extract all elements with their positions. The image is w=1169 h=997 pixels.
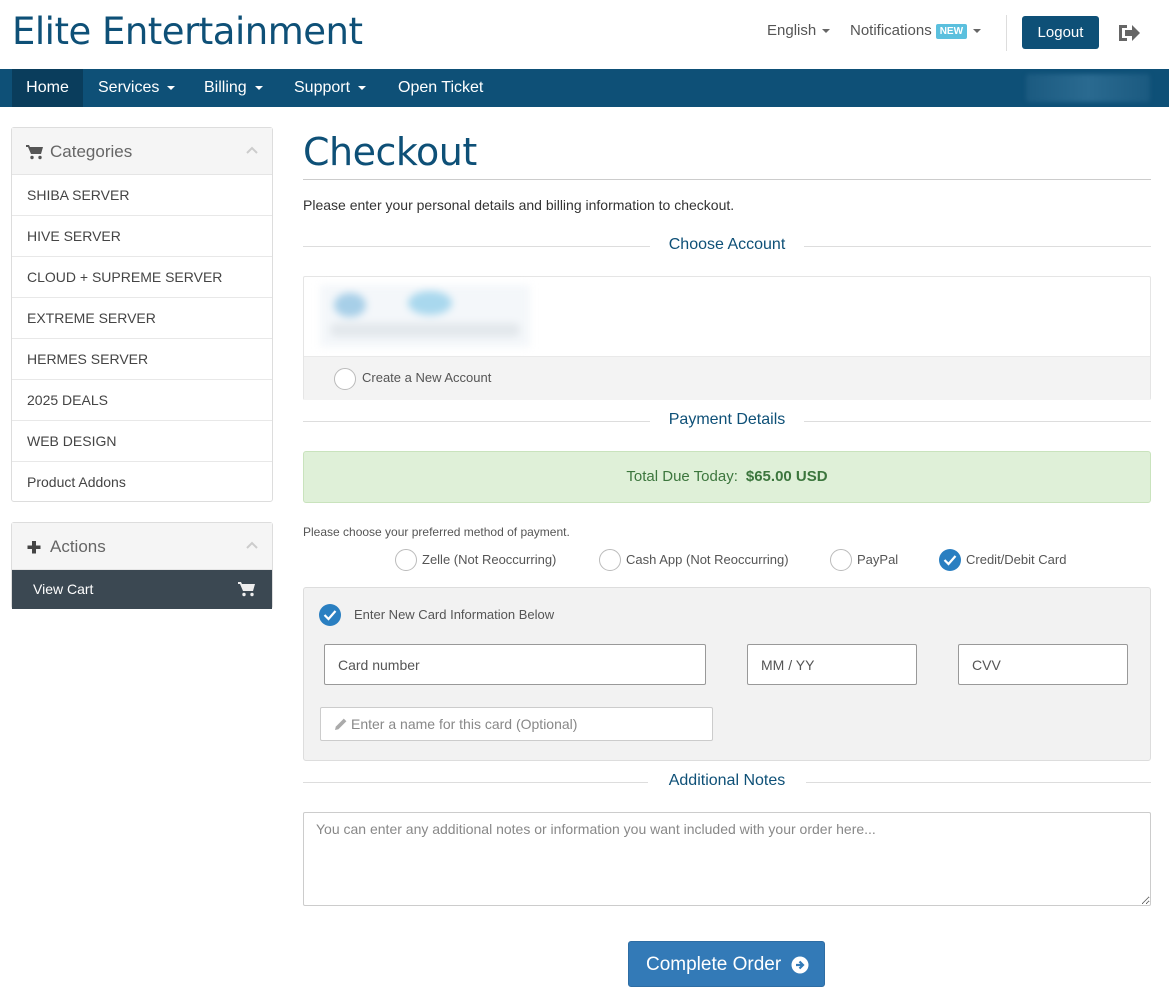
card-expiry-input[interactable]: [747, 644, 917, 685]
caret-down-icon: [358, 85, 367, 90]
nav-services[interactable]: Services: [98, 69, 176, 107]
categories-panel: Categories SHIBA SERVER HIVE SERVER CLOU…: [11, 127, 273, 502]
nav-support[interactable]: Support: [294, 69, 367, 107]
nav-services-label: Services: [98, 79, 160, 96]
plus-icon: [27, 541, 41, 554]
category-cloud-supreme-server[interactable]: CLOUD + SUPREME SERVER: [12, 257, 272, 298]
create-account-option[interactable]: Create a New Account: [304, 356, 1150, 400]
paypal-radio[interactable]: [830, 549, 852, 571]
caret-down-icon: [254, 85, 263, 90]
order-notes-textarea[interactable]: [303, 812, 1151, 906]
card-label: Credit/Debit Card: [966, 552, 1067, 567]
total-due-label: Total Due Today:: [626, 468, 738, 485]
choose-account-label: Choose Account: [668, 236, 786, 253]
shopping-cart-icon: [26, 145, 43, 160]
actions-panel: Actions View Cart: [11, 522, 273, 609]
caret-down-icon: [822, 29, 831, 34]
sign-out-icon[interactable]: [1117, 22, 1141, 44]
nav-open-ticket[interactable]: Open Ticket: [398, 69, 483, 107]
notifications-label: Notifications: [850, 22, 932, 39]
new-card-radio-checked[interactable]: [319, 604, 341, 626]
category-product-addons[interactable]: Product Addons: [12, 462, 272, 503]
arrow-circle-right-icon: [791, 956, 809, 974]
shopping-cart-icon: [238, 582, 255, 597]
page-title: Checkout: [303, 130, 477, 174]
nav-home[interactable]: Home: [12, 69, 83, 107]
actions-panel-header[interactable]: Actions: [12, 523, 272, 570]
brand-logo-text[interactable]: Elite Entertainment: [12, 10, 363, 53]
caret-down-icon: [167, 85, 176, 90]
nav-open-ticket-label: Open Ticket: [398, 79, 484, 96]
category-hive-server[interactable]: HIVE SERVER: [12, 216, 272, 257]
create-account-label: Create a New Account: [362, 370, 492, 385]
nav-billing[interactable]: Billing: [204, 69, 263, 107]
cashapp-radio[interactable]: [599, 549, 621, 571]
category-extreme-server[interactable]: EXTREME SERVER: [12, 298, 272, 339]
account-menu-redacted[interactable]: [1026, 74, 1150, 102]
account-selection-box: Create a New Account: [303, 276, 1151, 400]
cashapp-label: Cash App (Not Reoccurring): [626, 552, 789, 567]
actions-title: Actions: [50, 537, 106, 556]
total-due-alert: Total Due Today: $65.00 USD: [303, 451, 1151, 503]
check-icon: [323, 610, 337, 621]
header-divider: [1006, 15, 1007, 51]
category-hermes-server[interactable]: HERMES SERVER: [12, 339, 272, 380]
check-icon: [943, 555, 957, 566]
chevron-up-icon[interactable]: [246, 146, 258, 154]
zelle-label: Zelle (Not Reoccurring): [422, 552, 557, 567]
intro-text: Please enter your personal details and b…: [303, 197, 735, 213]
paypal-label: PayPal: [857, 552, 899, 567]
notifications-dropdown[interactable]: Notifications NEW: [850, 22, 982, 39]
additional-notes-heading: Additional Notes: [303, 770, 1151, 794]
category-web-design[interactable]: WEB DESIGN: [12, 421, 272, 462]
categories-title: Categories: [50, 142, 133, 161]
nav-support-label: Support: [294, 79, 351, 96]
logout-button[interactable]: Logout: [1022, 16, 1099, 49]
view-cart-link[interactable]: View Cart: [12, 570, 272, 609]
language-dropdown[interactable]: English: [767, 22, 831, 39]
additional-notes-label: Additional Notes: [668, 772, 786, 789]
card-cvv-input[interactable]: [958, 644, 1128, 685]
nav-home-label: Home: [26, 79, 69, 96]
categories-panel-header[interactable]: Categories: [12, 128, 272, 175]
complete-order-button[interactable]: Complete Order: [628, 941, 825, 987]
payment-details-label: Payment Details: [668, 411, 786, 428]
caret-down-icon: [973, 29, 982, 34]
view-cart-label: View Cart: [33, 581, 94, 597]
new-card-label: Enter New Card Information Below: [354, 607, 555, 622]
category-shiba-server[interactable]: SHIBA SERVER: [12, 175, 272, 216]
card-name-input[interactable]: [351, 708, 709, 740]
site-header: Elite Entertainment English Notification…: [0, 0, 1169, 69]
choose-account-heading: Choose Account: [303, 234, 1151, 258]
new-badge: NEW: [935, 23, 968, 39]
card-name-field[interactable]: [320, 707, 713, 741]
pencil-icon: [335, 718, 347, 730]
main-navbar: Home Services Billing Support Open Ticke…: [0, 69, 1169, 107]
language-label: English: [767, 22, 817, 39]
card-details-box: Enter New Card Information Below: [303, 587, 1151, 761]
card-number-input[interactable]: [324, 644, 706, 685]
total-due-value: $65.00 USD: [745, 468, 828, 485]
nav-billing-label: Billing: [204, 79, 247, 96]
chevron-up-icon[interactable]: [246, 541, 258, 549]
existing-account-redacted[interactable]: [320, 285, 530, 347]
payment-details-heading: Payment Details: [303, 409, 1151, 433]
create-account-radio[interactable]: [334, 368, 356, 390]
category-2025-deals[interactable]: 2025 DEALS: [12, 380, 272, 421]
title-divider: [303, 179, 1151, 180]
complete-order-label: Complete Order: [646, 954, 782, 975]
payment-method-instruction: Please choose your preferred method of p…: [303, 525, 570, 539]
card-radio-checked[interactable]: [939, 549, 961, 571]
zelle-radio[interactable]: [395, 549, 417, 571]
